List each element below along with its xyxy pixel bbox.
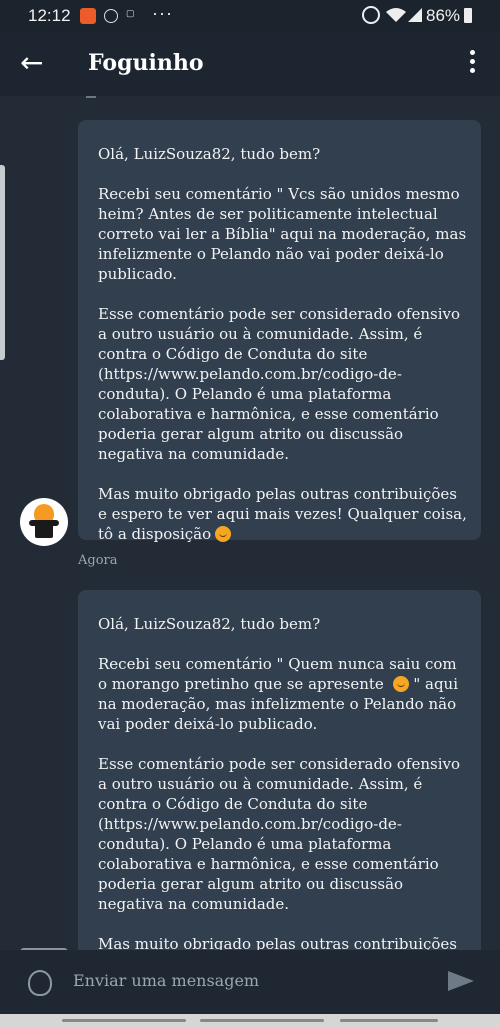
status-bar: 12:12 ▢ ··· 86% <box>0 0 500 32</box>
flame-emoji-picker-icon[interactable] <box>28 970 52 996</box>
alarm-icon <box>362 6 380 24</box>
nav-recent-bar[interactable] <box>62 1019 186 1022</box>
message-bubble: Olá, LuizSouza82, tudo bem? Recebi seu c… <box>78 590 481 950</box>
message-body-part2: " aqui na moderação, mas infelizmente o … <box>98 675 461 950</box>
notification-orange-icon <box>80 8 96 24</box>
back-arrow-icon[interactable]: ← <box>20 48 50 78</box>
chat-title: Foguinho <box>88 50 204 76</box>
system-nav-bar <box>0 1014 500 1028</box>
more-dots-icon: ··· <box>152 3 173 23</box>
message-input[interactable]: Enviar uma mensagem <box>73 971 259 990</box>
message-composer: Enviar uma mensagem <box>0 950 500 1014</box>
signal-icon <box>408 8 422 22</box>
scrollbar[interactable] <box>0 165 5 360</box>
message-text: Olá, LuizSouza82, tudo bem? Recebi seu c… <box>98 144 468 544</box>
nav-back-bar[interactable] <box>340 1019 438 1022</box>
small-logo-icon: ▢ <box>126 8 135 18</box>
app-bar: ← Foguinho <box>0 32 500 96</box>
smiling-flame-emoji-icon <box>392 676 409 692</box>
message-timestamp: Agora <box>78 553 118 568</box>
avatar[interactable] <box>20 498 68 546</box>
message-text: Olá, LuizSouza82, tudo bem? Recebi seu c… <box>98 614 468 950</box>
smiling-flame-emoji-icon <box>215 526 232 542</box>
battery-icon <box>464 8 472 23</box>
message-body: Olá, LuizSouza82, tudo bem? Recebi seu c… <box>98 145 467 543</box>
message-bubble: Olá, LuizSouza82, tudo bem? Recebi seu c… <box>78 120 481 543</box>
wifi-icon <box>386 8 406 22</box>
send-icon[interactable] <box>448 971 474 991</box>
hat-icon <box>35 522 53 538</box>
circle-app-icon <box>104 9 118 23</box>
more-options-icon[interactable] <box>462 50 482 78</box>
status-time: 12:12 <box>28 6 71 25</box>
nav-home-bar[interactable] <box>200 1019 324 1022</box>
previous-message-edge <box>86 96 96 98</box>
battery-percentage: 86% <box>426 6 461 25</box>
